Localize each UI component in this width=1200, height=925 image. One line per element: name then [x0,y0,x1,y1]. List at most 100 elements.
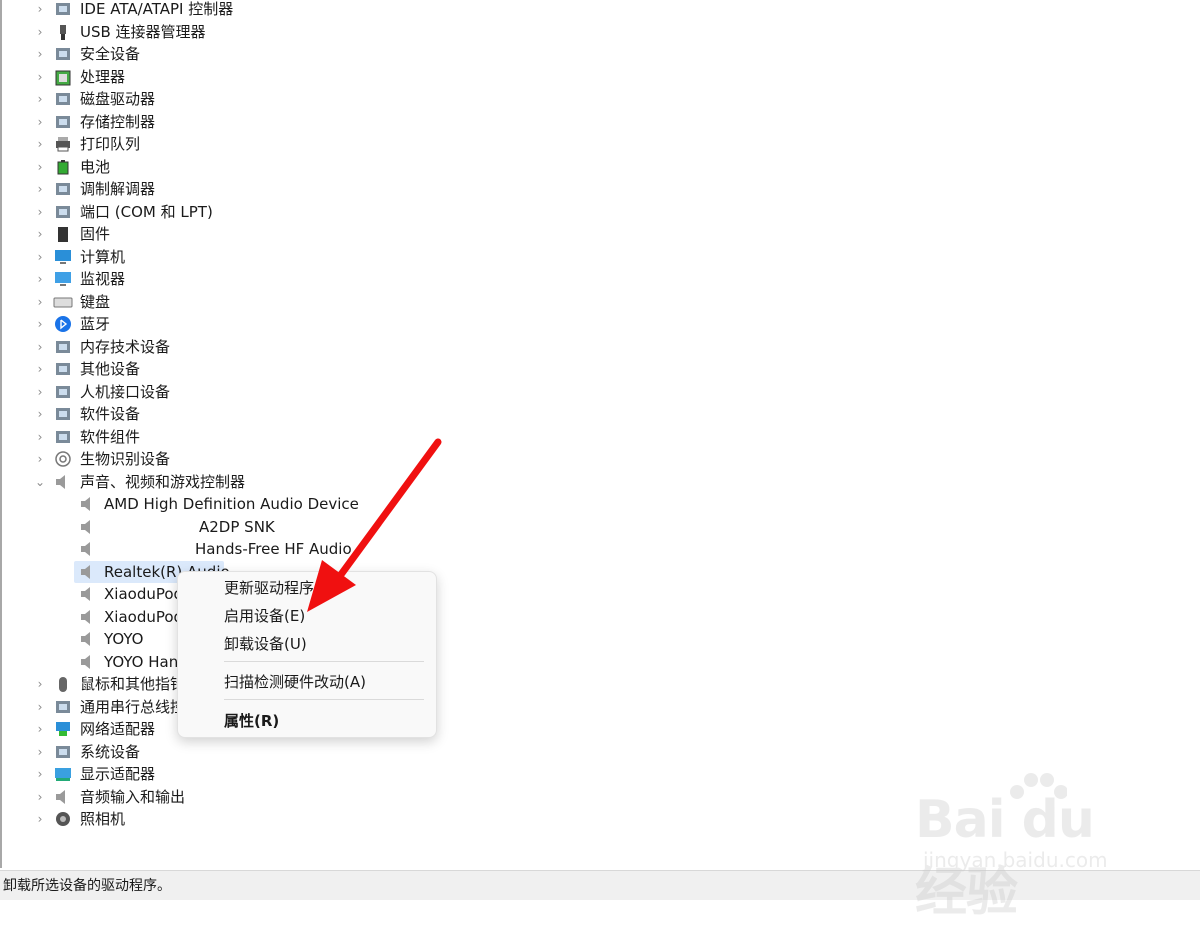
menu-item-enable-device[interactable]: 启用设备(E) [224,604,305,628]
chevron-right-icon[interactable]: › [35,808,45,830]
chevron-right-icon[interactable]: › [35,448,45,470]
tree-category-label: 监视器 [80,270,126,288]
usb-icon [53,23,73,41]
chevron-right-icon[interactable]: › [35,381,45,403]
tree-category[interactable]: › 磁盘驱动器 [0,88,600,110]
mouse-icon [53,675,73,693]
menu-item-uninstall-device[interactable]: 卸载设备(U) [224,632,307,656]
tree-category-label: 安全设备 [80,45,141,63]
tree-category-label: 软件组件 [80,427,141,446]
tree-category-label: 音频输入和输出 [80,787,186,806]
speaker-icon [78,495,94,513]
chevron-right-icon[interactable]: › [35,246,45,268]
tree-category[interactable]: › 人机接口设备 [0,381,600,403]
status-bar: 卸载所选设备的驱动程序。 [0,870,1200,900]
tree-category[interactable]: › 安全设备 [0,43,600,65]
system-device-icon [53,743,73,761]
chevron-right-icon[interactable]: › [35,673,45,695]
chevron-right-icon[interactable]: › [35,268,45,290]
tree-category[interactable]: ⌄ 声音、视频和游戏控制器 [0,471,600,493]
tree-category[interactable]: › 端口 (COM 和 LPT) [0,201,600,223]
tree-category-label: 处理器 [80,67,126,86]
tree-category[interactable]: › 键盘 [0,291,600,313]
tree-category[interactable]: › 软件设备 [0,403,600,425]
tree-category-label: IDE ATA/ATAPI 控制器 [80,0,234,18]
chevron-right-icon[interactable]: › [35,741,45,763]
tree-category[interactable]: › 计算机 [0,246,600,268]
menu-item-properties[interactable]: 属性(R) [224,709,279,733]
audio-device-label: A2DP SNK [199,517,275,536]
speaker-icon [78,518,94,536]
tree-category-label: 键盘 [80,292,111,311]
tree-category[interactable]: › 音频输入和输出 [0,786,600,808]
chevron-right-icon[interactable]: › [35,21,45,43]
speaker-icon [78,608,94,626]
tree-category[interactable]: › 存储控制器 [0,111,600,133]
tree-category[interactable]: › USB 连接器管理器 [0,21,600,43]
tree-category-label: 人机接口设备 [80,382,171,401]
tree-category[interactable]: › 显示适配器 [0,763,600,785]
tree-category[interactable]: › 打印队列 [0,133,600,155]
audio-device-label: YOYO [104,630,144,648]
chevron-right-icon[interactable]: › [35,426,45,448]
display-adapter-icon [53,765,73,783]
tree-category-label: USB 连接器管理器 [80,22,206,41]
chevron-right-icon[interactable]: › [35,111,45,133]
network-adapter-icon [53,720,73,738]
monitor-icon [53,270,73,288]
tree-category[interactable]: › 软件组件 [0,426,600,448]
chevron-right-icon[interactable]: › [35,313,45,335]
tree-category[interactable]: › 蓝牙 [0,313,600,335]
usb-controller-icon [53,698,73,716]
menu-item-update-driver[interactable]: 更新驱动程序 [224,576,314,600]
security-device-icon [53,45,73,63]
chevron-right-icon[interactable]: › [35,178,45,200]
chevron-right-icon[interactable]: › [35,133,45,155]
computer-icon [53,248,73,266]
audio-device-item[interactable]: Hands-Free HF Audio [0,538,600,560]
processor-icon [53,68,73,86]
audio-device-item[interactable]: A2DP SNK [0,516,600,538]
tree-category[interactable]: › 调制解调器 [0,178,600,200]
chevron-right-icon[interactable]: › [35,718,45,740]
audio-device-label: Hands-Free HF Audio [195,540,352,558]
chevron-right-icon[interactable]: › [35,223,45,245]
chevron-right-icon[interactable]: › [35,201,45,223]
chevron-right-icon[interactable]: › [35,358,45,380]
bluetooth-icon [53,315,73,333]
chevron-right-icon[interactable]: › [35,156,45,178]
software-device-icon [53,405,73,423]
chevron-right-icon[interactable]: › [35,763,45,785]
tree-category[interactable]: › 内存技术设备 [0,336,600,358]
tree-category[interactable]: › 其他设备 [0,358,600,380]
chevron-right-icon[interactable]: › [35,696,45,718]
tree-category-label: 调制解调器 [80,180,156,198]
tree-category[interactable]: › 固件 [0,223,600,245]
port-icon [53,203,73,221]
device-tree: › IDE ATA/ATAPI 控制器 › USB 连接器管理器 › 安全设备 › 处理器 › 磁… [0,0,1200,868]
disk-drive-icon [53,90,73,108]
tree-category[interactable]: › 生物识别设备 [0,448,600,470]
chevron-right-icon[interactable]: › [35,786,45,808]
modem-icon [53,180,73,198]
chevron-right-icon[interactable]: › [35,43,45,65]
tree-category[interactable]: › 系统设备 [0,741,600,763]
chevron-right-icon[interactable]: › [35,336,45,358]
printer-icon [53,135,73,153]
tree-category[interactable]: › 照相机 [0,808,600,830]
storage-controller-icon [53,113,73,131]
chevron-right-icon[interactable]: › [35,66,45,88]
tree-category[interactable]: › 电池 [0,156,600,178]
chevron-down-icon[interactable]: ⌄ [35,471,45,493]
menu-item-scan-hardware[interactable]: 扫描检测硬件改动(A) [224,670,366,694]
chevron-right-icon[interactable]: › [35,291,45,313]
tree-category[interactable]: › 监视器 [0,268,600,290]
tree-category[interactable]: › 处理器 [0,66,600,88]
chevron-right-icon[interactable]: › [35,0,45,20]
chevron-right-icon[interactable]: › [35,88,45,110]
speaker-icon [53,473,73,491]
tree-category[interactable]: › IDE ATA/ATAPI 控制器 [0,0,600,20]
camera-icon [53,810,73,828]
audio-device-item[interactable]: AMD High Definition Audio Device [0,493,600,515]
chevron-right-icon[interactable]: › [35,403,45,425]
